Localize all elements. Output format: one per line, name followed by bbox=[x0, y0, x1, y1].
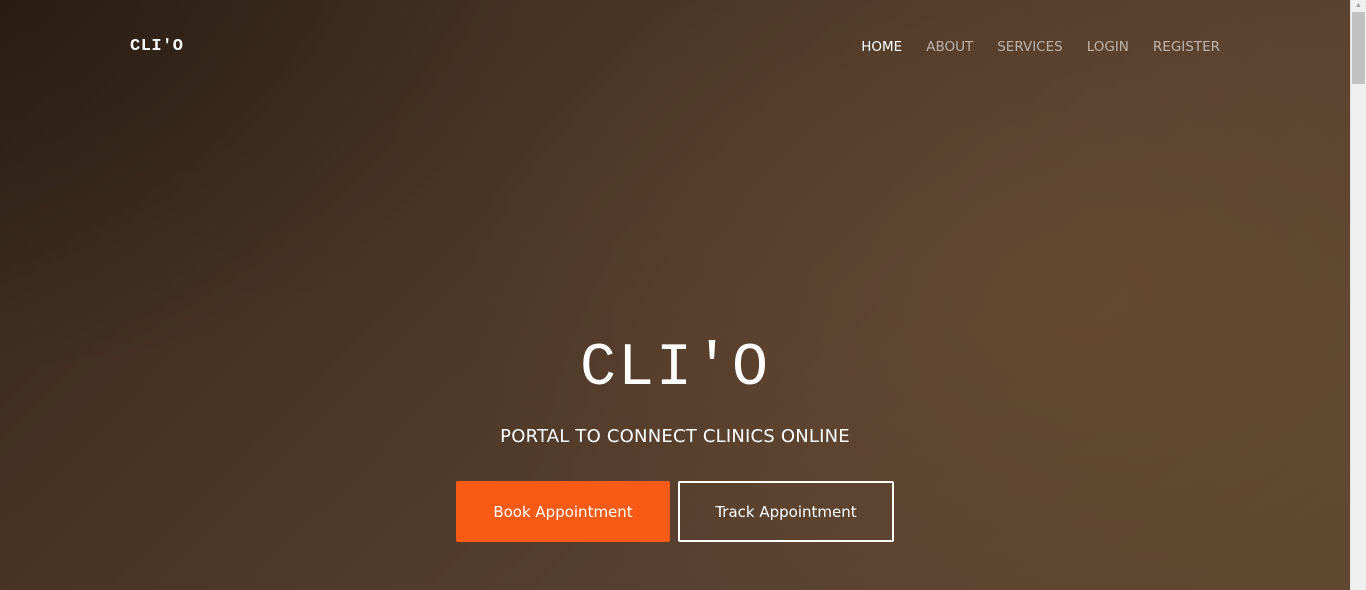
nav-link-about[interactable]: ABOUT bbox=[926, 39, 973, 55]
nav-link-login[interactable]: LOGIN bbox=[1087, 39, 1129, 55]
track-appointment-button[interactable]: Track Appointment bbox=[678, 481, 894, 542]
nav-link-home[interactable]: HOME bbox=[861, 39, 902, 55]
nav-menu: HOME ABOUT SERVICES LOGIN REGISTER bbox=[861, 39, 1220, 55]
nav-link-register[interactable]: REGISTER bbox=[1153, 39, 1220, 55]
scrollbar-thumb[interactable] bbox=[1352, 12, 1365, 84]
chevron-up-icon[interactable]: ▲ bbox=[1351, 0, 1366, 10]
hero-title: CLI'O bbox=[579, 335, 771, 403]
navbar: CLI'O HOME ABOUT SERVICES LOGIN REGISTER bbox=[0, 0, 1350, 96]
hero-subtitle: PORTAL TO CONNECT CLINICS ONLINE bbox=[500, 426, 850, 447]
vertical-scrollbar[interactable]: ▲ bbox=[1350, 0, 1366, 590]
hero-content: CLI'O PORTAL TO CONNECT CLINICS ONLINE B… bbox=[0, 330, 1350, 542]
brand-logo[interactable]: CLI'O bbox=[130, 37, 184, 56]
book-appointment-button[interactable]: Book Appointment bbox=[456, 481, 670, 542]
nav-link-services[interactable]: SERVICES bbox=[997, 39, 1062, 55]
hero-buttons: Book Appointment Track Appointment bbox=[0, 481, 1350, 542]
page: CLI'O HOME ABOUT SERVICES LOGIN REGISTER… bbox=[0, 0, 1366, 590]
